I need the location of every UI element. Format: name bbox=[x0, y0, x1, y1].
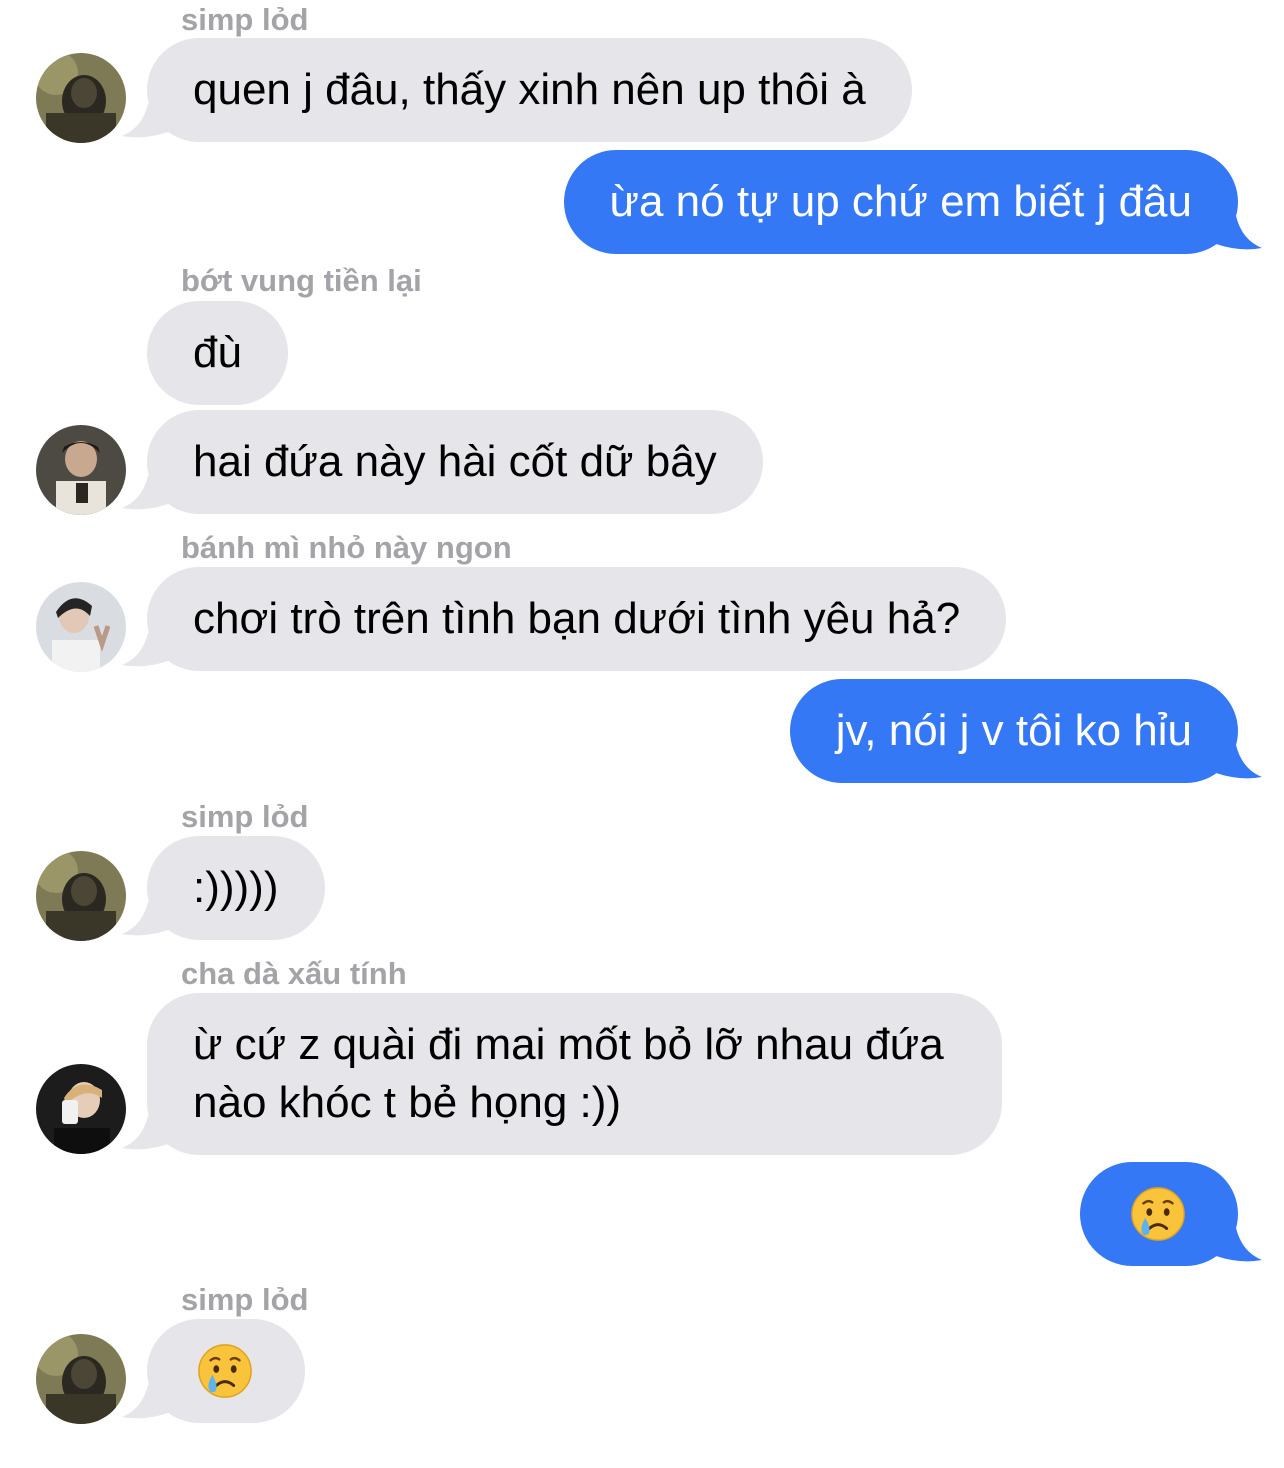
sender-name: simp lỏd bbox=[181, 2, 309, 37]
message-bubble[interactable]: hai đứa này hài cốt dữ bây bbox=[147, 410, 763, 514]
message-bubble[interactable]: đù bbox=[147, 301, 288, 405]
avatar-simp-lod[interactable] bbox=[36, 53, 126, 143]
message-bubble[interactable]: ừ cứ z quài đi mai mốt bỏ lỡ nhau đứa nà… bbox=[147, 993, 1002, 1155]
message-bubble[interactable]: ừa nó tự up chứ em biết j đâu bbox=[563, 150, 1238, 254]
avatar-banh-mi-nho-nay-ngon[interactable] bbox=[36, 582, 126, 672]
message-bubble[interactable]: quen j đâu, thấy xinh nên up thôi à bbox=[147, 38, 912, 142]
message-bubble[interactable] bbox=[147, 1319, 305, 1423]
sender-name: simp lỏd bbox=[181, 799, 309, 834]
sender-name: cha dà xấu tính bbox=[181, 956, 407, 991]
message-line: ừ cứ z quài đi mai mốt bỏ lỡ nhau đứa bbox=[193, 1020, 944, 1069]
avatar-simp-lod[interactable] bbox=[36, 1334, 126, 1424]
sender-name: simp lỏd bbox=[181, 1282, 309, 1317]
sender-name: bớt vung tiền lại bbox=[181, 263, 422, 298]
avatar-bot-vung-tien-lai[interactable] bbox=[36, 425, 126, 515]
message-line: nào khóc t bẻ họng :)) bbox=[193, 1078, 622, 1127]
avatar-simp-lod[interactable] bbox=[36, 851, 126, 941]
crying-face-emoji bbox=[1129, 1185, 1187, 1243]
avatar-cha-da-xau-tinh[interactable] bbox=[36, 1064, 126, 1154]
crying-face-emoji bbox=[196, 1342, 254, 1400]
message-bubble[interactable]: :))))) bbox=[147, 836, 325, 940]
message-bubble[interactable] bbox=[1080, 1162, 1238, 1266]
message-bubble[interactable]: jv, nói j v tôi ko hỉu bbox=[789, 679, 1238, 783]
message-bubble[interactable]: chơi trò trên tình bạn dưới tình yêu hả? bbox=[147, 567, 1007, 671]
sender-name: bánh mì nhỏ này ngon bbox=[181, 530, 512, 565]
